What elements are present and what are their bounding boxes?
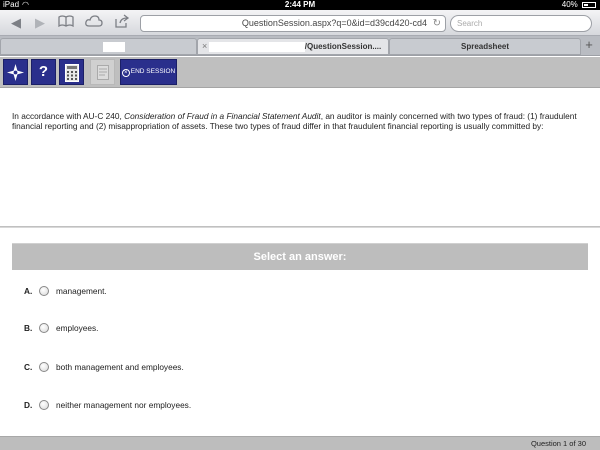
back-icon[interactable]: ◀: [6, 14, 26, 32]
calculator-button[interactable]: [59, 59, 84, 85]
radio-button[interactable]: [39, 323, 49, 333]
address-bar[interactable]: QuestionSession.aspx?q=0&id=d39cd420-cd4…: [140, 15, 446, 32]
search-input[interactable]: Search: [450, 15, 592, 32]
option-letter: B.: [24, 323, 33, 333]
close-tab-icon[interactable]: ×: [202, 39, 207, 54]
browser-tabs: × /QuestionSession.... Spreadsheet +: [0, 36, 600, 56]
question-text-italic: Consideration of Fraud in a Financial St…: [124, 111, 321, 121]
forward-icon[interactable]: ▶: [30, 14, 50, 32]
browser-toolbar: ◀ ▶ QuestionSession.aspx?q=0&id=d39cd420…: [0, 10, 600, 36]
battery-icon: [582, 2, 596, 8]
tab-2[interactable]: × /QuestionSession....: [197, 38, 389, 55]
share-icon[interactable]: [112, 14, 132, 32]
radio-button[interactable]: [39, 400, 49, 410]
answer-header: Select an answer:: [12, 243, 588, 270]
end-session-label: END SESSION: [130, 68, 176, 75]
tab-1[interactable]: [0, 38, 197, 55]
question-progress: Question 1 of 30: [530, 439, 586, 448]
add-tab-icon[interactable]: +: [582, 38, 596, 53]
search-placeholder: Search: [457, 19, 483, 28]
cloud-icon[interactable]: [84, 14, 104, 32]
tab-1-favicon: [102, 41, 125, 52]
help-button[interactable]: ?: [31, 59, 56, 85]
option-text[interactable]: both management and employees.: [56, 360, 184, 374]
battery-status: 40%: [562, 0, 596, 10]
notes-icon: [96, 65, 109, 80]
tab-2-label: /QuestionSession....: [304, 42, 382, 51]
bookmarks-icon[interactable]: [56, 14, 76, 32]
navigator-button[interactable]: [3, 59, 28, 85]
option-text[interactable]: employees.: [56, 321, 98, 335]
calculator-icon: [64, 64, 79, 82]
option-letter: D.: [24, 400, 33, 410]
battery-percent: 40%: [561, 0, 578, 9]
section-divider: [0, 226, 600, 228]
option-letter: C.: [24, 362, 33, 372]
end-session-button[interactable]: × END SESSION: [120, 59, 177, 85]
status-footer: Question 1 of 30: [0, 436, 600, 450]
tab-3[interactable]: Spreadsheet: [389, 38, 581, 55]
question-text: In accordance with AU-C 240, Considerati…: [12, 111, 590, 131]
address-url: QuestionSession.aspx?q=0&id=d39cd420-cd4: [241, 18, 427, 28]
option-letter: A.: [24, 286, 33, 296]
radio-button[interactable]: [39, 362, 49, 372]
tab-2-favicon: [208, 41, 305, 52]
notes-button[interactable]: [90, 59, 115, 85]
device-status-bar: iPad ◠ 2:44 PM 40%: [0, 0, 600, 10]
app-toolbar: ? × END SESSION: [0, 57, 600, 88]
compass-icon: [6, 63, 25, 82]
option-text[interactable]: management.: [56, 284, 107, 298]
option-text[interactable]: neither management nor employees.: [56, 398, 191, 412]
close-circle-icon: ×: [121, 69, 130, 77]
tab-3-label: Spreadsheet: [460, 42, 510, 51]
status-time: 2:44 PM: [284, 0, 316, 9]
radio-button[interactable]: [39, 286, 49, 296]
reload-icon[interactable]: ↻: [433, 16, 441, 31]
question-text-before: In accordance with AU-C 240,: [12, 111, 125, 121]
question-mark-icon: ?: [38, 63, 49, 80]
